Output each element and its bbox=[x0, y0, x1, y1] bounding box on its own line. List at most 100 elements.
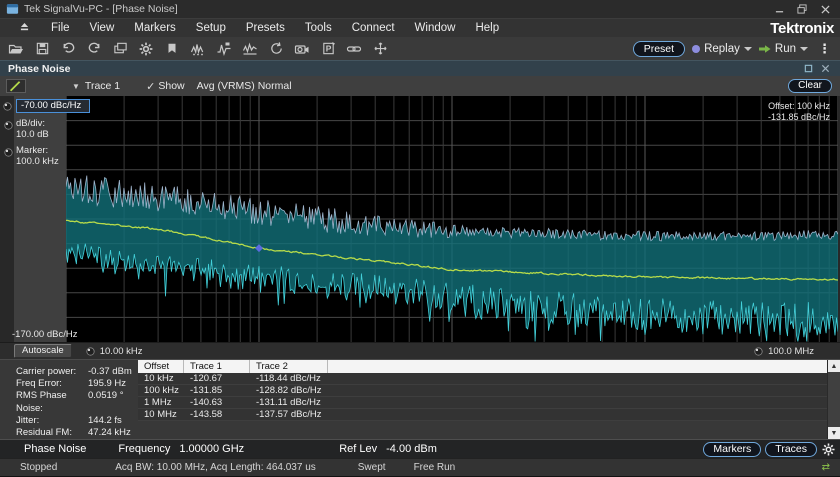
marker-annotation-value: -131.85 dBc/Hz bbox=[768, 112, 831, 122]
scroll-up-button[interactable]: ▲ bbox=[828, 360, 840, 372]
spectrum-button[interactable] bbox=[238, 39, 262, 59]
replay-loop-button[interactable] bbox=[264, 39, 288, 59]
autoscale-button[interactable]: Autoscale bbox=[14, 344, 72, 358]
scroll-down-button[interactable]: ▼ bbox=[828, 427, 840, 440]
xaxis-stop-label[interactable]: 100.0 MHz bbox=[768, 346, 814, 357]
markers-button[interactable]: Markers bbox=[703, 441, 762, 457]
menu-item-view[interactable]: View bbox=[80, 20, 125, 36]
marker-setup-button[interactable] bbox=[160, 39, 184, 59]
preset-button[interactable]: Preset bbox=[632, 40, 686, 57]
window-title: Tek SignalVu-PC - [Phase Noise] bbox=[24, 3, 178, 15]
menu-item-connect[interactable]: Connect bbox=[342, 20, 405, 36]
redo-button[interactable] bbox=[82, 39, 106, 59]
settings-bar-gear-icon[interactable] bbox=[821, 442, 836, 457]
preset-recall-button[interactable]: P bbox=[316, 39, 340, 59]
replay-button[interactable]: Replay bbox=[692, 43, 752, 55]
panel-restore-button[interactable] bbox=[802, 63, 815, 74]
save-button[interactable] bbox=[30, 39, 54, 59]
cell-offset: 10 MHz bbox=[144, 409, 177, 420]
plot-region: -70.00 dBc/Hz dB/div: 10.0 dB Marker: 10… bbox=[0, 96, 840, 342]
tektronix-logo: Tektronix bbox=[770, 20, 834, 37]
panel-close-button[interactable] bbox=[819, 63, 832, 74]
trace-selector[interactable]: Trace 1 bbox=[85, 80, 120, 92]
undo-button[interactable] bbox=[56, 39, 80, 59]
col-header-trace1: Trace 1 bbox=[184, 360, 250, 373]
open-button[interactable] bbox=[4, 39, 28, 59]
settings-button[interactable] bbox=[134, 39, 158, 59]
cell-trace2: -128.82 dBc/Hz bbox=[256, 385, 322, 396]
connection-status-icon: ⇄ bbox=[821, 462, 830, 474]
ref-level-setting[interactable]: Ref Lev -4.00 dBm bbox=[339, 443, 437, 455]
close-button[interactable] bbox=[818, 3, 832, 15]
table-header-row: Offset Trace 1 Trace 2 bbox=[138, 360, 827, 373]
phase-noise-plot-svg[interactable]: Offset: 100 kHz-131.85 dBc/Hz bbox=[66, 96, 838, 342]
measurement-row: Residual FM: 47.24 kHz bbox=[16, 427, 138, 439]
pulse-marker-button[interactable] bbox=[212, 39, 236, 59]
cell-offset: 100 kHz bbox=[144, 385, 179, 396]
link-button[interactable] bbox=[342, 39, 366, 59]
cell-trace2: -131.11 dBc/Hz bbox=[256, 397, 321, 408]
xaxis-start-knob-icon[interactable] bbox=[86, 346, 95, 356]
trace-settings-bar: ▼ Trace 1 ✓ Show Avg (VRMS) Normal Clear bbox=[0, 76, 840, 96]
scroll-track[interactable] bbox=[828, 372, 840, 427]
menu-item-tools[interactable]: Tools bbox=[295, 20, 342, 36]
cell-trace1: -143.58 dBc/Hz bbox=[190, 409, 223, 432]
db-div-label: dB/div: bbox=[16, 118, 46, 129]
marker-label: Marker: bbox=[16, 145, 49, 156]
marker-annotation-offset: Offset: 100 kHz bbox=[768, 101, 830, 111]
measurement-value: 47.24 kHz bbox=[88, 427, 131, 439]
app-menu-button[interactable] bbox=[8, 19, 41, 38]
plot-canvas[interactable]: Offset: 100 kHz -131.85 dBc/Hz bbox=[66, 96, 838, 342]
show-label[interactable]: Show bbox=[158, 80, 184, 92]
clear-button[interactable]: Clear bbox=[788, 79, 832, 93]
menu-item-presets[interactable]: Presets bbox=[236, 20, 295, 36]
redo-icon bbox=[88, 42, 99, 53]
menu-item-file[interactable]: File bbox=[41, 20, 80, 36]
xaxis-start-label[interactable]: 10.00 kHz bbox=[100, 346, 143, 357]
cell-trace1: -120.67 dBc/Hz bbox=[190, 373, 223, 396]
trace-color-slash-icon bbox=[9, 81, 21, 92]
table-scrollbar[interactable]: ▲ ▼ bbox=[827, 360, 840, 440]
marker-group[interactable]: Marker: 100.0 kHz bbox=[16, 145, 59, 167]
menu-item-markers[interactable]: Markers bbox=[124, 20, 186, 36]
minimize-button[interactable] bbox=[772, 3, 786, 15]
menu-item-help[interactable]: Help bbox=[465, 20, 509, 36]
panel-title: Phase Noise bbox=[8, 62, 71, 75]
cell-trace1: -140.63 dBc/Hz bbox=[190, 397, 223, 420]
run-button[interactable]: Run bbox=[758, 42, 808, 55]
overflow-menu-button[interactable]: ⋮ bbox=[815, 42, 834, 55]
run-label: Run bbox=[774, 42, 796, 55]
acquisition-info: Acq BW: 10.00 MHz, Acq Length: 464.037 u… bbox=[115, 462, 316, 474]
ref-lev-value[interactable]: -4.00 dBm bbox=[386, 443, 437, 455]
frequency-value[interactable]: 1.00000 GHz bbox=[179, 443, 244, 455]
measurement-value: 0.0519 ° bbox=[88, 390, 124, 402]
ref-level-field[interactable]: -70.00 dBc/Hz bbox=[16, 99, 90, 113]
expand-button[interactable] bbox=[368, 39, 392, 59]
panel-close-icon bbox=[821, 64, 830, 73]
marker-value: 100.0 kHz bbox=[16, 156, 59, 167]
marker-knob-icon[interactable] bbox=[4, 148, 13, 157]
spurious-button[interactable] bbox=[186, 39, 210, 59]
offset-readout-table: Offset Trace 1 Trace 2 10 kHz -120.67 dBc… bbox=[138, 360, 827, 440]
camera-button[interactable] bbox=[290, 39, 314, 59]
table-row: 100 kHz -131.85 dBc/Hz -128.82 dBc/Hz bbox=[138, 385, 827, 408]
db-div-group[interactable]: dB/div: 10.0 dB bbox=[16, 118, 49, 140]
cell-offset: 1 MHz bbox=[144, 397, 172, 408]
restore-button[interactable] bbox=[795, 3, 809, 15]
trace-color-swatch[interactable] bbox=[6, 79, 26, 93]
menu-item-window[interactable]: Window bbox=[405, 20, 466, 36]
replay-dot-icon bbox=[692, 44, 701, 53]
app-icon bbox=[6, 4, 19, 14]
trigger-mode: Free Run bbox=[413, 462, 456, 474]
traces-button[interactable]: Traces bbox=[765, 441, 817, 457]
xaxis-stop-knob-icon[interactable] bbox=[754, 346, 763, 356]
ref-level-knob-icon[interactable] bbox=[3, 102, 12, 111]
displays-button[interactable] bbox=[108, 39, 132, 59]
db-div-knob-icon[interactable] bbox=[4, 121, 13, 130]
menu-item-setup[interactable]: Setup bbox=[186, 20, 236, 36]
frequency-setting[interactable]: Frequency 1.00000 GHz bbox=[118, 443, 244, 455]
show-checkbox[interactable]: ✓ bbox=[146, 80, 155, 93]
undo-icon bbox=[63, 42, 74, 53]
frequency-label: Frequency bbox=[118, 443, 171, 456]
spurious-icon bbox=[190, 43, 204, 55]
